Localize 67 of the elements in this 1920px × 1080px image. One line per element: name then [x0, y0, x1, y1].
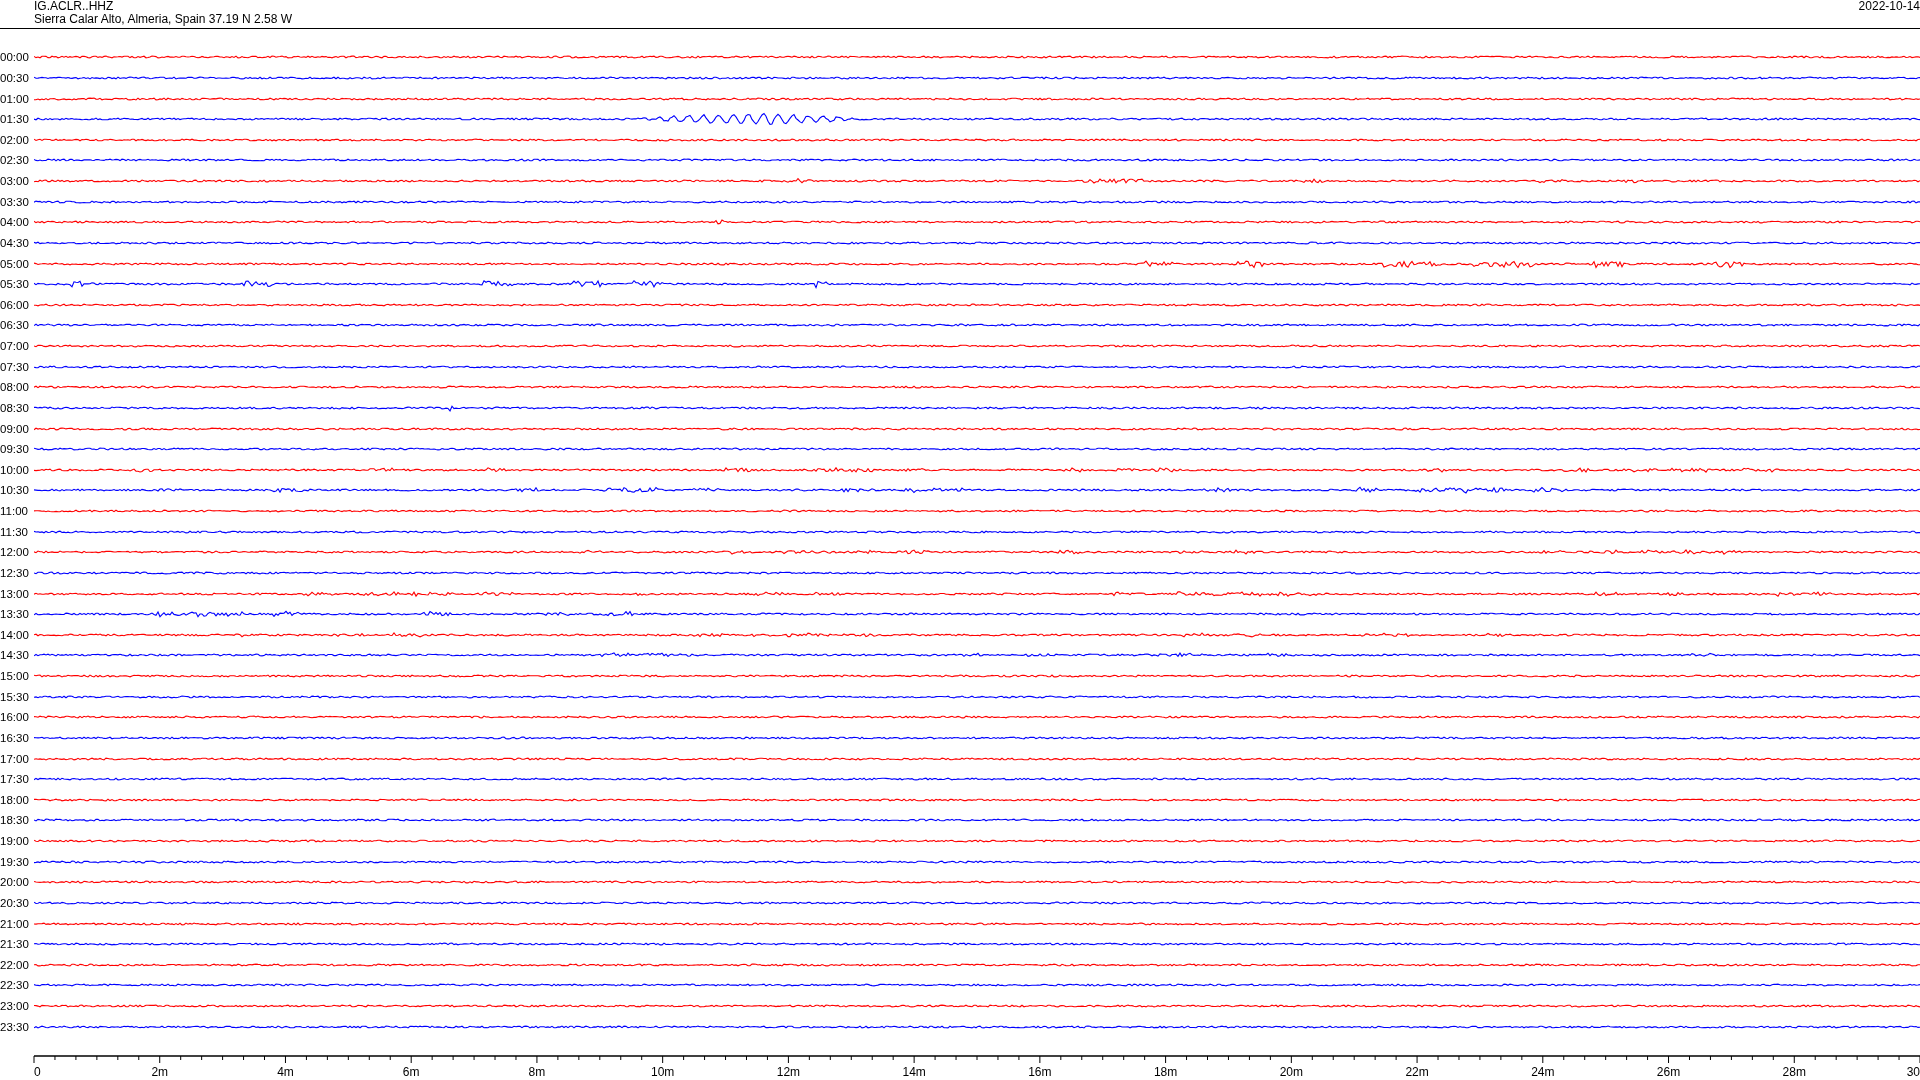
hour-label: 22:00: [0, 958, 30, 971]
hour-label: 13:30: [0, 608, 30, 621]
hour-label: 17:30: [0, 773, 30, 786]
tick-label: 6m: [402, 1065, 420, 1079]
tick-label: 8m: [528, 1065, 546, 1079]
hour-label: 19:00: [0, 835, 30, 848]
tick-label: 24m: [1531, 1065, 1555, 1079]
hour-label: 10:00: [0, 463, 30, 476]
tick-label: 16m: [1028, 1065, 1052, 1079]
hour-label: 18:30: [0, 814, 30, 827]
hour-label: 20:30: [0, 896, 30, 909]
tick-label: 20m: [1279, 1065, 1303, 1079]
hour-label: 18:00: [0, 793, 30, 806]
tick-label: 28m: [1782, 1065, 1806, 1079]
hour-label: 06:00: [0, 298, 30, 311]
tick-label: 2m: [151, 1065, 169, 1079]
hour-label: 11:00: [0, 505, 29, 518]
hour-label: 21:30: [0, 938, 30, 951]
hour-label: 05:30: [0, 278, 30, 291]
tick-label: 22m: [1405, 1065, 1429, 1079]
station-location: Sierra Calar Alto, Almeria, Spain 37.19 N 2.58 W: [34, 13, 293, 26]
hour-label: 08:00: [0, 381, 30, 394]
tick-label: 30: [1906, 1065, 1920, 1079]
hour-label: 19:30: [0, 855, 30, 868]
hour-label: 20:00: [0, 876, 30, 889]
hour-label: 07:00: [0, 340, 30, 353]
hour-label: 16:30: [0, 731, 30, 744]
tick-label: 12m: [776, 1065, 801, 1079]
hour-label: 09:30: [0, 443, 30, 456]
hour-label: 00:00: [0, 51, 30, 64]
tick-label: 4m: [277, 1065, 294, 1079]
hour-label: 02:00: [0, 133, 30, 146]
hour-label: 09:00: [0, 422, 30, 435]
hour-label: 12:30: [0, 566, 30, 579]
hour-label: 21:00: [0, 917, 30, 930]
hour-label: 14:30: [0, 649, 30, 662]
hour-label: 15:00: [0, 670, 30, 683]
hour-label: 06:30: [0, 319, 30, 332]
hour-label: 02:30: [0, 154, 30, 167]
tick-label: 0: [34, 1065, 41, 1079]
hour-label: 10:30: [0, 484, 30, 497]
hour-label: 14:00: [0, 628, 30, 641]
date-label: 2022-10-14: [1858, 0, 1920, 13]
hour-label: 01:30: [0, 113, 30, 126]
hour-label: 08:30: [0, 401, 30, 414]
hour-label: 23:30: [0, 1020, 30, 1033]
hour-label: 11:30: [0, 525, 29, 538]
hour-label: 03:30: [0, 195, 30, 208]
tick-label: 10m: [651, 1065, 675, 1079]
hour-label: 04:00: [0, 216, 30, 229]
hour-label: 16:00: [0, 711, 30, 724]
hour-label: 03:00: [0, 175, 30, 188]
hour-label: 23:00: [0, 1000, 30, 1013]
hour-label: 07:30: [0, 360, 30, 373]
hour-label: 01:00: [0, 92, 30, 105]
hour-label: 05:00: [0, 257, 30, 270]
hour-label: 13:00: [0, 587, 30, 600]
station-code: IG.ACLR..HHZ: [34, 0, 115, 13]
tick-label: 18m: [1153, 1065, 1178, 1079]
tick-label: 14m: [902, 1065, 926, 1079]
hour-label: 04:30: [0, 236, 30, 249]
hour-label: 12:00: [0, 546, 30, 559]
hour-label: 00:30: [0, 71, 30, 84]
hour-label: 17:00: [0, 752, 30, 765]
tick-label: 26m: [1656, 1065, 1681, 1079]
hour-label: 22:30: [0, 979, 30, 992]
hour-label: 15:30: [0, 690, 30, 703]
